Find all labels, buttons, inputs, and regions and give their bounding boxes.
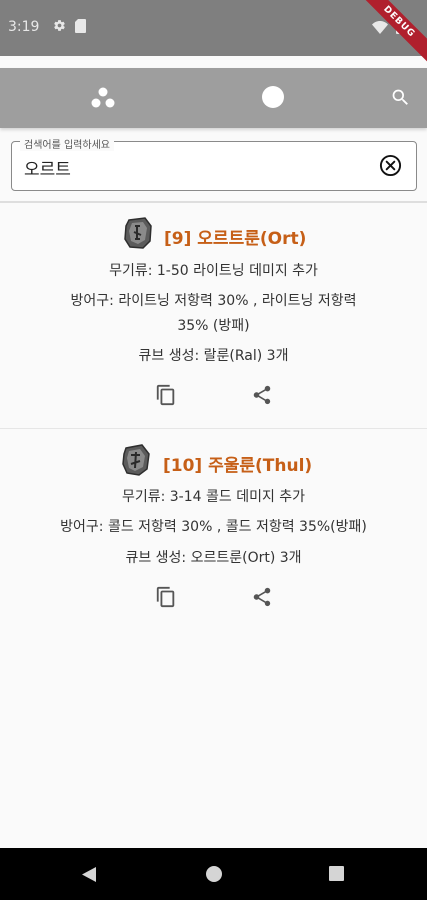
search-icon[interactable]	[390, 87, 411, 108]
debug-banner-label: DEBUG	[357, 0, 427, 64]
cube-recipe: 큐브 생성: 랄룬(Ral) 3개	[138, 348, 289, 364]
circle-icon[interactable]	[262, 86, 284, 108]
copy-icon[interactable]	[155, 585, 177, 609]
armor-effect-continued: 35% (방패)	[177, 318, 250, 334]
app-bar	[0, 68, 427, 128]
rune-stone-icon	[122, 444, 150, 476]
gear-icon	[54, 20, 65, 31]
cube-recipe: 큐브 생성: 오르트룬(Ort) 3개	[125, 550, 302, 566]
share-icon[interactable]	[251, 384, 273, 406]
debug-banner: DEBUG	[357, 0, 427, 70]
recents-icon[interactable]	[329, 866, 344, 881]
result-title-row: [9] 오르트룬(Ort)	[0, 217, 427, 253]
weapon-effect: 무기류: 3-14 콜드 데미지 추가	[121, 489, 306, 505]
result-title-row: [10] 주울룬(Thul)	[0, 444, 427, 480]
armor-effect: 방어구: 라이트닝 저항력 30% , 라이트닝 저항력	[70, 293, 357, 309]
result-title: [10] 주울룬(Thul)	[163, 456, 313, 476]
divider	[0, 428, 427, 429]
back-icon[interactable]	[81, 866, 97, 883]
dots-icon[interactable]	[90, 87, 116, 109]
share-icon[interactable]	[251, 586, 273, 608]
divider	[0, 201, 427, 203]
armor-effect: 방어구: 콜드 저항력 30% , 콜드 저항력 35%(방패)	[60, 519, 367, 535]
search-label: 검색어를 입력하세요	[20, 136, 114, 151]
clear-icon[interactable]	[379, 154, 402, 177]
search-value[interactable]: 오르트	[24, 155, 71, 180]
weapon-effect: 무기류: 1-50 라이트닝 데미지 추가	[109, 263, 318, 279]
rune-stone-icon	[124, 217, 152, 249]
status-time: 3:19	[8, 19, 40, 35]
home-icon[interactable]	[206, 866, 222, 882]
copy-icon[interactable]	[155, 383, 177, 407]
sd-card-icon	[75, 19, 86, 33]
result-card: [10] 주울룬(Thul) 무기류: 3-14 콜드 데미지 추가 방어구: …	[0, 440, 427, 620]
result-title: [9] 오르트룬(Ort)	[164, 229, 307, 249]
result-card: [9] 오르트룬(Ort) 무기류: 1-50 라이트닝 데미지 추가 방어구:…	[0, 213, 427, 427]
